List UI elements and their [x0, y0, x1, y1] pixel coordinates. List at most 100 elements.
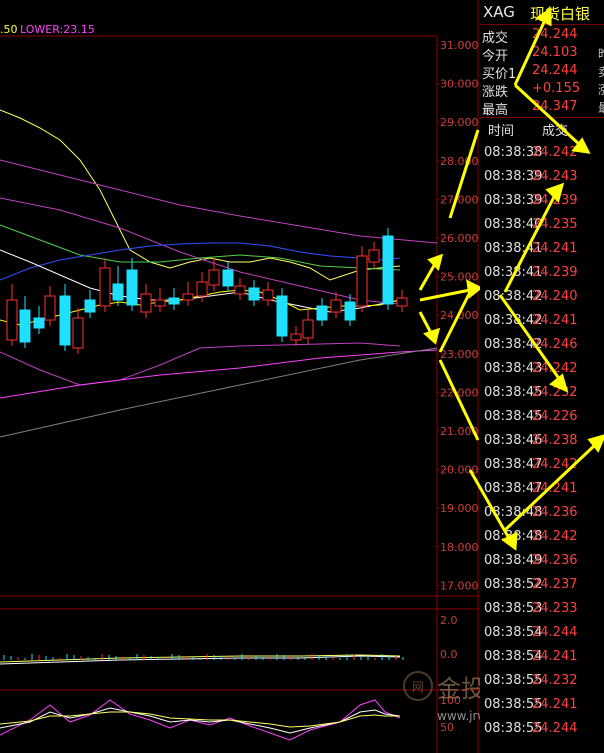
tick-price: 24.241 — [532, 697, 578, 712]
candle-body — [140, 293, 152, 313]
quote-extra: 涨 — [598, 81, 604, 98]
tick-row[interactable]: 08:38:48 24.242 — [480, 526, 604, 550]
tick-row[interactable]: 08:38:47 24.241 — [480, 478, 604, 502]
tick-row[interactable]: 08:38:48 24.236 — [480, 502, 604, 526]
tick-price: 24.236 — [532, 553, 578, 568]
candle-body — [234, 285, 246, 295]
svg-text:网: 网 — [412, 680, 424, 694]
tick-row[interactable]: 08:38:38 24.242 — [480, 142, 604, 166]
kline-chart[interactable]: .50 LOWER:23.15 31.000 30.000 29.000 28.000… — [0, 0, 480, 753]
tick-row[interactable]: 08:38:52 24.237 — [480, 574, 604, 598]
candle-body — [112, 283, 124, 301]
quote-extra: 卖 — [598, 63, 604, 80]
tick-price: 24.233 — [532, 601, 578, 616]
watermark-cn: 金投网 — [437, 675, 480, 703]
candle-body — [396, 297, 408, 307]
quote-row: 最高 24.347 最 — [480, 98, 604, 118]
candle-body — [72, 317, 84, 349]
watermark-logo: 网 — [403, 671, 433, 701]
tick-price: 24.226 — [532, 409, 578, 424]
quote-row: 涨跌+0.155涨 — [480, 80, 604, 100]
kdj-panel — [0, 699, 401, 741]
candle-body — [382, 235, 394, 305]
tick-row[interactable]: 08:38:42 24.241 — [480, 310, 604, 334]
tick-price: 24.240 — [532, 289, 578, 304]
quote-label: 最高 — [482, 103, 509, 118]
tick-price: 24.236 — [532, 505, 578, 520]
candle-body — [302, 319, 314, 339]
tick-price: 24.239 — [532, 193, 578, 208]
quote-row: 成交 24.244 — [480, 26, 604, 46]
candle-body — [290, 333, 302, 341]
tick-price: 24.237 — [532, 577, 578, 592]
candle-body — [316, 305, 328, 321]
tick-row[interactable]: 08:38:39 24.243 — [480, 166, 604, 190]
quote-extra: 昨 — [598, 45, 604, 62]
quote-value: 24.103 — [532, 45, 578, 60]
tick-price: 24.238 — [532, 433, 578, 448]
price-tick-label: 25.000 — [440, 271, 479, 284]
tick-row[interactable]: 08:38:47 24.242 — [480, 454, 604, 478]
price-tick-label: 17.000 — [440, 579, 479, 592]
tick-row[interactable]: 08:38:46 24.238 — [480, 430, 604, 454]
watermark-url: www.jrwei.com — [437, 709, 480, 723]
candle-body — [182, 293, 194, 301]
tick-price: 24.235 — [532, 217, 578, 232]
candle-body — [344, 301, 356, 321]
quote-row: 买价124.244卖 — [480, 62, 604, 82]
tick-row[interactable]: 08:38:54 24.241 — [480, 646, 604, 670]
candle-body — [154, 299, 166, 307]
tick-row[interactable]: 08:38:55 24.244 — [480, 718, 604, 742]
tick-row[interactable]: 08:38:42 24.240 — [480, 286, 604, 310]
tick-price: 24.241 — [532, 649, 578, 664]
tick-row[interactable]: 08:38:40 24.235 — [480, 214, 604, 238]
price-tick-label: 23.000 — [440, 348, 479, 361]
candle-body — [168, 297, 180, 305]
quote-value: 24.244 — [532, 63, 578, 78]
tick-row[interactable]: 08:38:55 24.241 — [480, 694, 604, 718]
candle-body — [59, 295, 71, 346]
price-tick-label: 30.000 — [440, 78, 479, 91]
quote-value: 24.347 — [532, 99, 578, 114]
candle-body — [196, 281, 208, 297]
candle-body — [126, 269, 138, 306]
ticks-header-time: 时间 — [488, 124, 515, 139]
macd-tick-label: 2.0 — [440, 614, 458, 627]
tick-price: 24.244 — [532, 625, 578, 640]
tick-row[interactable]: 08:38:45 24.232 — [480, 382, 604, 406]
ticks-header: 时间 成交 — [480, 117, 604, 139]
tick-price: 24.241 — [532, 241, 578, 256]
price-tick-label: 31.000 — [440, 39, 479, 52]
quote-panel: XAG 现货白银 成交24.244今开24.103昨买价124.244卖涨跌+0… — [480, 0, 604, 753]
tick-row[interactable]: 08:38:41 24.239 — [480, 262, 604, 286]
candle-body — [276, 295, 288, 337]
candle-body — [19, 309, 31, 343]
tick-row[interactable]: 08:38:43 24.242 — [480, 358, 604, 382]
quote-value: +0.155 — [532, 81, 581, 96]
quote-header: XAG 现货白银 — [480, 0, 604, 25]
tick-row[interactable]: 08:38:55 24.232 — [480, 670, 604, 694]
tick-price: 24.246 — [532, 337, 578, 352]
candle-body — [99, 267, 111, 307]
ticks-header-price: 成交 — [542, 124, 569, 139]
tick-row[interactable]: 08:38:49 24.236 — [480, 550, 604, 574]
price-tick-label: 29.000 — [440, 116, 479, 129]
symbol-code: XAG — [483, 3, 515, 21]
legend-lower: LOWER:23.15 — [20, 23, 95, 36]
candle-body — [248, 287, 260, 301]
tick-row[interactable]: 08:38:45 24.226 — [480, 406, 604, 430]
tick-price: 24.241 — [532, 313, 578, 328]
tick-price: 24.242 — [532, 361, 578, 376]
tick-row[interactable]: 08:38:53 24.233 — [480, 598, 604, 622]
tick-row[interactable]: 08:38:39 24.239 — [480, 190, 604, 214]
candlesticks — [6, 228, 408, 354]
tick-row[interactable]: 08:38:54 24.244 — [480, 622, 604, 646]
tick-row[interactable]: 08:38:42 24.246 — [480, 334, 604, 358]
candle-body — [262, 289, 274, 301]
tick-price: 24.232 — [532, 673, 578, 688]
price-tick-label: 19.000 — [440, 502, 479, 515]
price-tick-label: 18.000 — [440, 541, 479, 554]
tick-row[interactable]: 08:38:41 24.241 — [480, 238, 604, 262]
tick-price: 24.244 — [532, 721, 578, 736]
tick-price: 24.232 — [532, 385, 578, 400]
